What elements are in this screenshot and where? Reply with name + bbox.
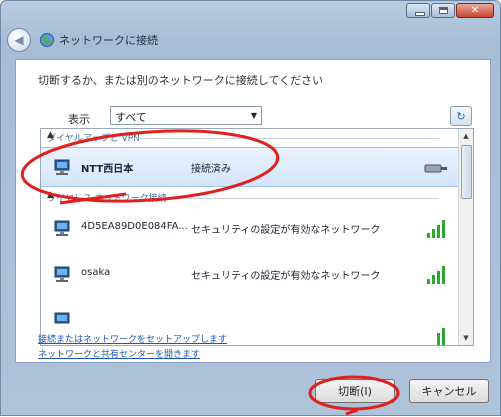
maximize-icon bbox=[439, 7, 448, 14]
network-status: 接続済み bbox=[191, 164, 231, 175]
back-arrow-icon: ◀ bbox=[14, 33, 24, 47]
network-computer-icon bbox=[54, 266, 70, 282]
disconnect-button[interactable]: 切断(I) bbox=[315, 379, 395, 403]
network-computer-icon bbox=[54, 220, 70, 236]
refresh-button[interactable]: ↻ bbox=[450, 106, 472, 126]
navigation-bar: ◀ ネットワークに接続 bbox=[7, 27, 494, 53]
content-panel: 切断するか、または別のネットワークに接続してください 表示 すべて ▼ ↻ ダイ… bbox=[15, 59, 491, 363]
setup-connection-link[interactable]: 接続またはネットワークをセットアップします bbox=[38, 332, 227, 345]
scroll-down-icon[interactable]: ▼ bbox=[459, 331, 473, 345]
network-computer-icon bbox=[54, 159, 70, 175]
minimize-button[interactable] bbox=[406, 3, 430, 18]
dialup-plug-icon bbox=[424, 164, 447, 173]
show-filter-value: すべて bbox=[115, 111, 147, 124]
button-bar: 切断(I) キャンセル bbox=[1, 367, 500, 417]
connect-to-network-window: ✕ ◀ ネットワークに接続 切断するか、または別のネットワークに接続してください… bbox=[0, 0, 501, 416]
close-button[interactable]: ✕ bbox=[456, 3, 494, 18]
network-list: ダイヤルアップと VPN ▲ NTT西日本 接続済み ワイヤレス ネットワーク接… bbox=[40, 128, 474, 346]
network-item-4d5e[interactable]: 4D5EA89D0E084FA... セキュリティの設定が有効なネットワーク bbox=[41, 209, 461, 249]
back-button[interactable]: ◀ bbox=[7, 28, 31, 52]
network-item-ntt[interactable]: NTT西日本 接続済み bbox=[41, 147, 461, 187]
network-name: osaka bbox=[81, 267, 111, 278]
scrollbar-thumb[interactable] bbox=[461, 145, 472, 199]
close-icon: ✕ bbox=[470, 5, 480, 16]
minimize-icon bbox=[415, 12, 425, 16]
network-name: 4D5EA89D0E084FA... bbox=[81, 221, 188, 232]
vertical-scrollbar[interactable]: ▲ ▼ bbox=[458, 129, 473, 345]
signal-strength-icon bbox=[427, 220, 445, 238]
signal-strength-icon bbox=[427, 266, 445, 284]
network-status: セキュリティの設定が有効なネットワーク bbox=[191, 225, 381, 236]
dropdown-arrow-icon: ▼ bbox=[250, 111, 257, 120]
signal-strength-icon bbox=[437, 328, 445, 345]
chevron-up-icon[interactable]: ▲ bbox=[47, 190, 453, 200]
chevron-up-icon[interactable]: ▲ bbox=[47, 130, 453, 140]
show-label: 表示 bbox=[68, 113, 90, 126]
group-header-dialup[interactable]: ダイヤルアップと VPN ▲ bbox=[41, 130, 461, 145]
maximize-button[interactable] bbox=[431, 3, 455, 18]
network-globe-icon bbox=[40, 33, 54, 47]
refresh-icon: ↻ bbox=[456, 109, 466, 123]
network-status: セキュリティの設定が有効なネットワーク bbox=[191, 271, 381, 282]
network-computer-icon bbox=[54, 312, 70, 324]
network-name: NTT西日本 bbox=[81, 164, 134, 175]
scroll-up-icon[interactable]: ▲ bbox=[459, 129, 473, 143]
caption-buttons: ✕ bbox=[405, 3, 494, 18]
network-center-link[interactable]: ネットワークと共有センターを開きます bbox=[38, 347, 200, 360]
show-filter-dropdown[interactable]: すべて ▼ bbox=[110, 106, 262, 125]
window-title: ネットワークに接続 bbox=[59, 34, 158, 47]
instruction-text: 切断するか、または別のネットワークに接続してください bbox=[38, 74, 324, 87]
network-item-osaka[interactable]: osaka セキュリティの設定が有効なネットワーク bbox=[41, 255, 461, 295]
group-header-wireless[interactable]: ワイヤレス ネットワーク接続 ▲ bbox=[41, 190, 461, 205]
cancel-button[interactable]: キャンセル bbox=[409, 379, 489, 403]
